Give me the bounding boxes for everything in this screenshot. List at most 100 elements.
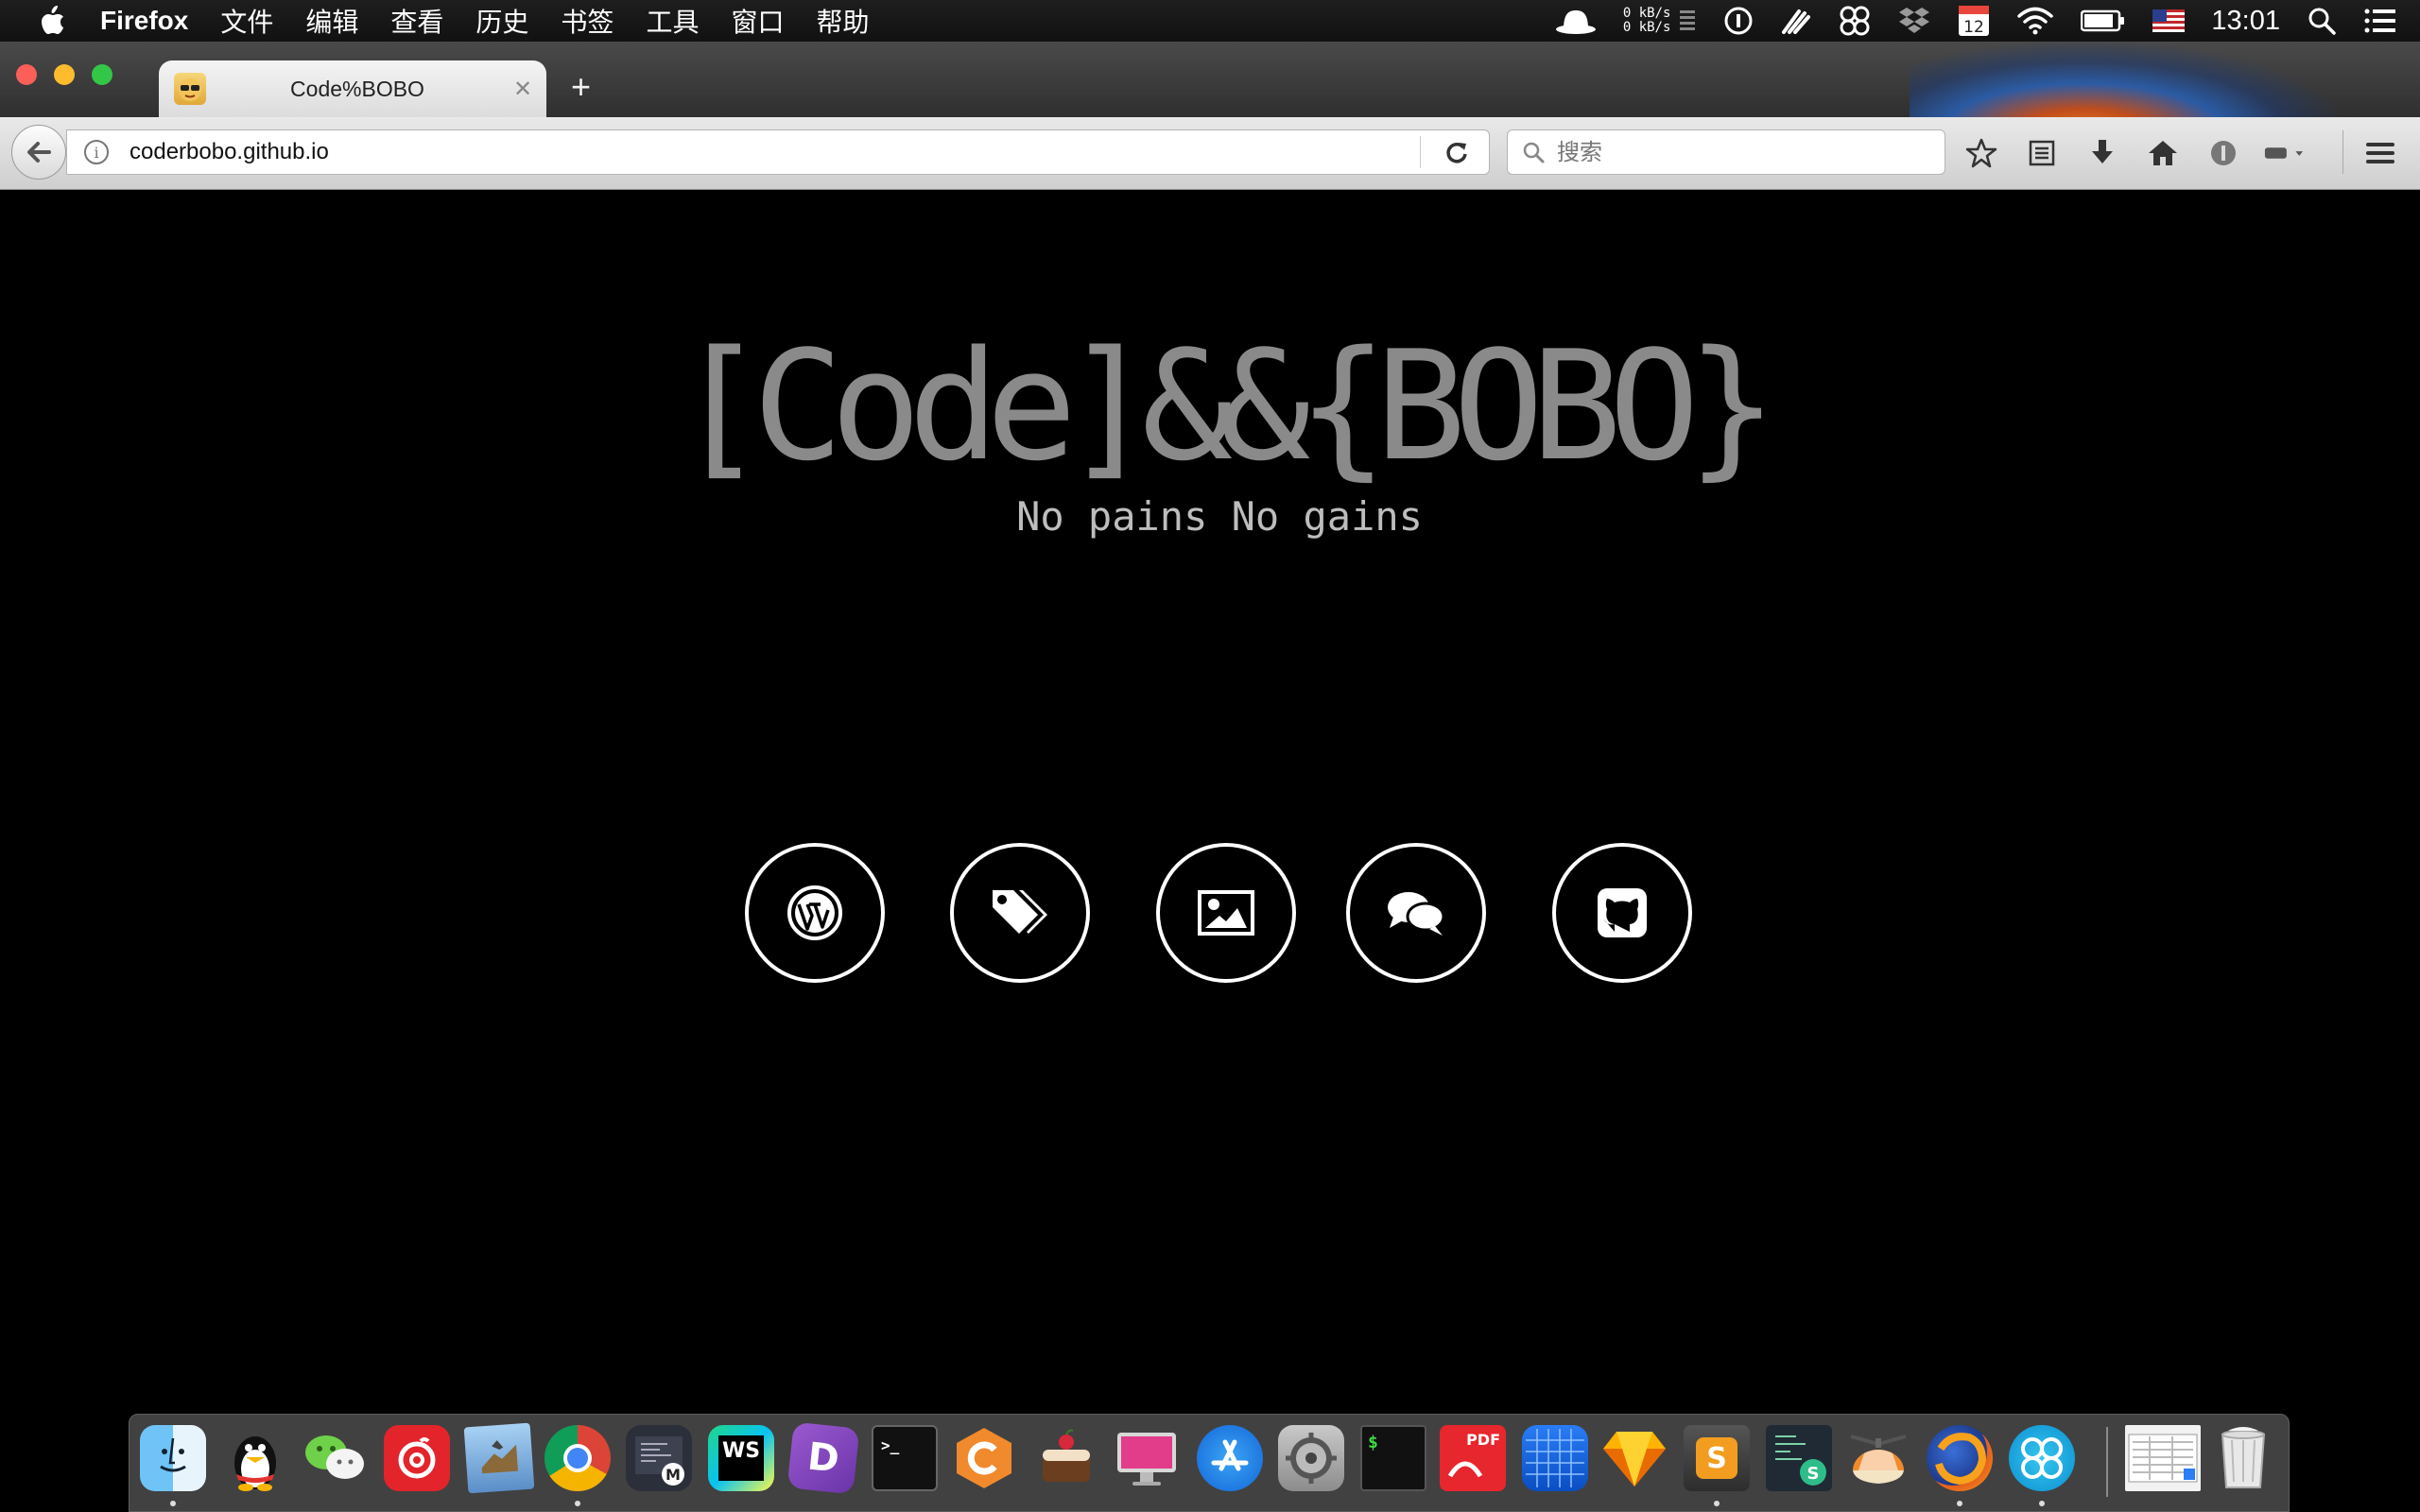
url-separator bbox=[1420, 136, 1421, 168]
dock-firefox-icon[interactable] bbox=[1927, 1425, 1993, 1491]
image-icon bbox=[1198, 890, 1254, 936]
dock-grid-app-icon[interactable] bbox=[1522, 1425, 1588, 1491]
dock-script-editor-icon[interactable]: S bbox=[1766, 1425, 1832, 1491]
iterm-label: $ bbox=[1368, 1433, 1378, 1452]
spotlight-icon[interactable] bbox=[2307, 6, 2337, 36]
dock-preview-icon[interactable] bbox=[463, 1422, 535, 1494]
dock-imac-app-icon[interactable] bbox=[1114, 1425, 1180, 1491]
dock-cake-brew-icon[interactable] bbox=[1033, 1425, 1099, 1491]
dock-wechat-icon[interactable] bbox=[302, 1425, 368, 1491]
1password-extension-icon[interactable] bbox=[2203, 132, 2244, 174]
dock-system-preferences-icon[interactable] bbox=[1278, 1425, 1344, 1491]
menu-edit[interactable]: 编辑 bbox=[305, 2, 358, 40]
battery-icon[interactable] bbox=[2081, 9, 2126, 32]
network-monitor[interactable]: 0 kB/s 0 kB/s bbox=[1623, 7, 1698, 35]
dock-propeller-app-icon[interactable] bbox=[1845, 1425, 1911, 1491]
comments-link[interactable] bbox=[1346, 843, 1486, 983]
dock-running-indicator bbox=[1957, 1501, 1962, 1506]
tags-link[interactable] bbox=[950, 843, 1090, 983]
dock-running-indicator bbox=[575, 1501, 580, 1506]
dock-mweb-icon[interactable]: M bbox=[626, 1425, 692, 1491]
calendar-icon[interactable]: 12 bbox=[1958, 5, 1990, 37]
site-info-icon[interactable]: i bbox=[84, 140, 109, 164]
menu-tools[interactable]: 工具 bbox=[646, 2, 699, 40]
github-icon bbox=[1598, 888, 1647, 937]
menu-bookmarks[interactable]: 书签 bbox=[561, 2, 614, 40]
dock-webstorm-icon[interactable]: WS bbox=[708, 1425, 774, 1491]
svg-text:S: S bbox=[1807, 1464, 1820, 1484]
bookmark-star-icon[interactable] bbox=[1961, 132, 2002, 174]
paw-icon[interactable] bbox=[1780, 6, 1812, 36]
dock-sublime-text-icon[interactable]: S bbox=[1684, 1425, 1750, 1491]
toolbar-buttons bbox=[1961, 132, 2324, 174]
wifi-icon[interactable] bbox=[2016, 6, 2054, 36]
wordpress-icon bbox=[787, 885, 842, 940]
1password-icon[interactable] bbox=[1723, 6, 1754, 36]
dock-terminal-icon[interactable]: >_ bbox=[872, 1425, 938, 1491]
menu-help[interactable]: 帮助 bbox=[816, 2, 869, 40]
sublime-label: S bbox=[1696, 1437, 1737, 1479]
dash-label: D bbox=[805, 1435, 841, 1482]
xmind-icon[interactable] bbox=[1839, 5, 1871, 37]
menu-view[interactable]: 查看 bbox=[390, 2, 443, 40]
clock-text[interactable]: 13:01 bbox=[2211, 6, 2280, 37]
dock-running-indicator bbox=[2039, 1501, 2045, 1506]
dock-running-indicator bbox=[170, 1501, 176, 1506]
net-up-text: 0 kB/s bbox=[1622, 6, 1671, 21]
dropbox-icon[interactable] bbox=[1897, 6, 1931, 36]
dock-downloads-stack-icon[interactable] bbox=[2125, 1425, 2201, 1491]
net-down-text: 0 kB/s bbox=[1622, 20, 1671, 35]
dock-pdf-expert-icon[interactable]: PDF bbox=[1440, 1425, 1506, 1491]
comments-icon bbox=[1388, 892, 1445, 936]
new-tab-button[interactable]: + bbox=[571, 66, 591, 108]
downloads-icon[interactable] bbox=[2082, 132, 2123, 174]
menu-history[interactable]: 历史 bbox=[475, 2, 528, 40]
hat-icon[interactable] bbox=[1555, 7, 1597, 35]
notification-center-icon[interactable] bbox=[2363, 7, 2397, 35]
apple-icon[interactable] bbox=[38, 5, 66, 37]
menu-file[interactable]: 文件 bbox=[220, 2, 273, 40]
dock-iterm-icon[interactable]: $ bbox=[1360, 1425, 1426, 1491]
dock-finder-icon[interactable] bbox=[140, 1425, 206, 1491]
dock-running-indicator bbox=[1714, 1501, 1720, 1506]
dock-xmind-icon[interactable] bbox=[2009, 1425, 2075, 1491]
dock-sketch-icon[interactable] bbox=[1601, 1425, 1668, 1491]
wordpress-link[interactable] bbox=[745, 843, 885, 983]
tab-close-icon[interactable]: ✕ bbox=[509, 76, 537, 103]
tab-active[interactable]: Code%BOBO ✕ bbox=[159, 60, 546, 117]
github-link[interactable] bbox=[1552, 843, 1692, 983]
home-icon[interactable] bbox=[2142, 132, 2184, 174]
back-button[interactable] bbox=[11, 125, 66, 180]
us-flag-icon[interactable] bbox=[2152, 9, 2186, 32]
dock-app-store-icon[interactable] bbox=[1197, 1425, 1263, 1491]
dock-netease-music-icon[interactable] bbox=[384, 1425, 450, 1491]
zoom-window-button[interactable] bbox=[92, 64, 112, 85]
minimize-window-button[interactable] bbox=[54, 64, 75, 85]
site-title: [Code]&&{BOBO} bbox=[674, 318, 1778, 494]
network-monitor-icon bbox=[1680, 10, 1696, 30]
reload-icon[interactable] bbox=[1438, 133, 1476, 171]
search-input[interactable] bbox=[1555, 138, 1918, 166]
url-bar[interactable]: i coderbobo.github.io bbox=[66, 129, 1490, 175]
search-icon bbox=[1523, 142, 1545, 163]
dock-chrome-icon[interactable] bbox=[544, 1425, 611, 1491]
calendar-day-text: 12 bbox=[1964, 18, 1985, 37]
search-bar[interactable] bbox=[1507, 129, 1945, 175]
dock-qq-icon[interactable] bbox=[222, 1425, 288, 1491]
site-subtitle: No pains No gains bbox=[1016, 493, 1423, 540]
terminal-label: >_ bbox=[881, 1436, 900, 1454]
gallery-link[interactable] bbox=[1156, 843, 1296, 983]
extension-icon[interactable] bbox=[2263, 132, 2305, 174]
dock-coderunner-icon[interactable] bbox=[951, 1425, 1017, 1491]
hamburger-menu-icon[interactable] bbox=[2360, 132, 2401, 174]
menu-firefox[interactable]: Firefox bbox=[100, 6, 188, 36]
bookmarks-menu-icon[interactable] bbox=[2021, 132, 2063, 174]
close-window-button[interactable] bbox=[16, 64, 37, 85]
status-area: 0 kB/s 0 kB/s 12 13:01 bbox=[1529, 0, 2397, 42]
dock-trash-icon[interactable] bbox=[2210, 1425, 2276, 1491]
menu-window[interactable]: 窗口 bbox=[731, 2, 784, 40]
url-text[interactable]: coderbobo.github.io bbox=[130, 139, 1420, 165]
dock-divider bbox=[2106, 1427, 2108, 1497]
favicon-icon bbox=[174, 73, 206, 105]
dock-dash-icon[interactable]: D bbox=[786, 1421, 860, 1495]
